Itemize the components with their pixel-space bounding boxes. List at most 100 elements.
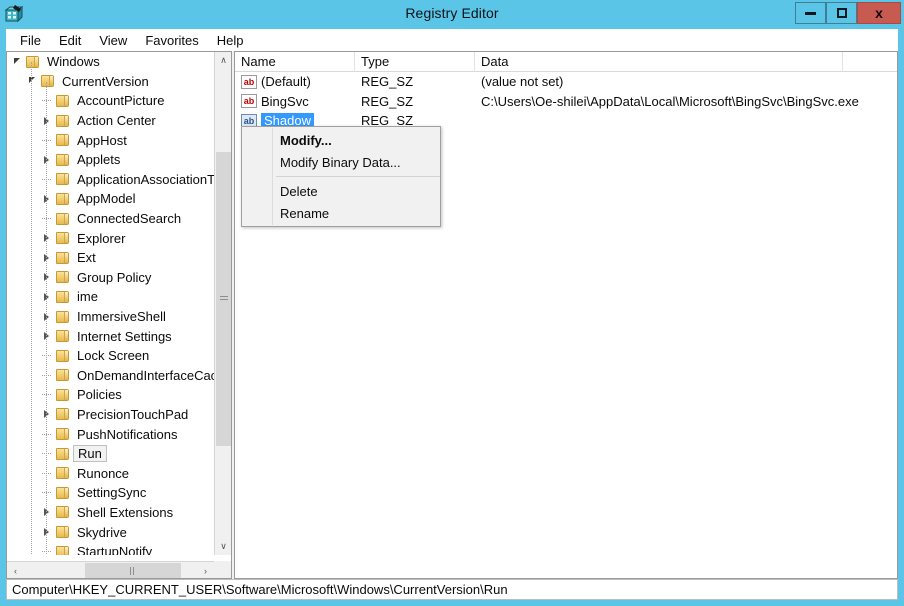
tree-item-policies[interactable]: Policies: [7, 385, 215, 405]
tree-item-windows[interactable]: Windows: [7, 52, 215, 72]
context-menu-item-rename[interactable]: Rename: [242, 202, 440, 224]
tree-item-startupnotify[interactable]: StartupNotify: [7, 542, 215, 555]
tree-vertical-scrollbar[interactable]: ∧ ∨: [214, 52, 231, 555]
scroll-left-icon[interactable]: ‹: [7, 562, 24, 578]
tree-item-settingsync[interactable]: SettingSync: [7, 483, 215, 503]
tree-item-label: Explorer: [77, 230, 126, 246]
folder-icon: [54, 192, 72, 206]
registry-value-row[interactable]: ab BingSvc REG_SZ C:\Users\Oe-shilei\AppDat…: [235, 92, 897, 112]
tree-vscroll-thumb[interactable]: [216, 152, 231, 446]
close-button[interactable]: x: [857, 2, 901, 24]
folder-icon: [54, 525, 72, 539]
tree-item-run[interactable]: Run: [7, 444, 215, 464]
tree-item-applets[interactable]: Applets: [7, 150, 215, 170]
menu-item-file[interactable]: File: [11, 31, 50, 50]
context-menu-item-delete[interactable]: Delete: [242, 180, 440, 202]
value-data: (value not set): [481, 74, 564, 90]
expander-expanded-icon[interactable]: [9, 52, 24, 72]
column-header-type[interactable]: Type: [355, 52, 475, 72]
column-header-name[interactable]: Name: [235, 52, 355, 72]
column-header-data[interactable]: Data: [475, 52, 843, 72]
tree-guide-line: [31, 62, 32, 555]
tree-item-runonce[interactable]: Runonce: [7, 463, 215, 483]
tree-item-skydrive[interactable]: Skydrive: [7, 522, 215, 542]
folder-icon: [54, 251, 72, 265]
tree-item-label: CurrentVersion: [62, 73, 149, 89]
tree-hscroll-thumb[interactable]: [85, 563, 181, 578]
column-header-filler: [843, 52, 897, 72]
tree-item-label: ime: [77, 289, 98, 305]
tree-item-label: PushNotifications: [77, 426, 178, 442]
value-name: (Default): [261, 74, 311, 90]
tree-item-pushnotifications[interactable]: PushNotifications: [7, 424, 215, 444]
registry-value-row[interactable]: ab (Default) REG_SZ (value not set): [235, 72, 897, 92]
context-menu-item-modify[interactable]: Modify...: [242, 129, 440, 151]
tree-item-internet-settings[interactable]: Internet Settings: [7, 326, 215, 346]
registry-tree-pane: Windows CurrentVersion AccountPicture Actio…: [6, 51, 232, 579]
value-name-cell: BingSvc: [261, 94, 361, 109]
menu-item-help[interactable]: Help: [208, 31, 253, 50]
menu-bar: File Edit View Favorites Help: [6, 29, 898, 51]
tree-item-label: Ext: [77, 250, 96, 266]
tree-item-ime[interactable]: ime: [7, 287, 215, 307]
scroll-down-icon[interactable]: ∨: [215, 538, 231, 555]
folder-icon: [54, 349, 72, 363]
folder-icon: [54, 447, 72, 461]
menu-item-view[interactable]: View: [90, 31, 136, 50]
tree-horizontal-scrollbar[interactable]: ‹ ›: [7, 561, 231, 578]
value-name: BingSvc: [261, 93, 309, 109]
context-menu-item-modify-binary-data[interactable]: Modify Binary Data...: [242, 151, 440, 173]
tree-item-appmodel[interactable]: AppModel: [7, 189, 215, 209]
tree-item-label: Action Center: [77, 113, 156, 129]
value-icon-text: ab: [243, 96, 255, 107]
tree-item-action-center[interactable]: Action Center: [7, 111, 215, 131]
tree-item-immersiveshell[interactable]: ImmersiveShell: [7, 307, 215, 327]
value-name-cell: (Default): [261, 74, 361, 89]
folder-icon: [24, 55, 42, 69]
tree-item-accountpicture[interactable]: AccountPicture: [7, 91, 215, 111]
tree-item-label: Lock Screen: [77, 348, 150, 364]
folder-icon: [54, 231, 72, 245]
tree-item-group-policy[interactable]: Group Policy: [7, 268, 215, 288]
tree-item-lock-screen[interactable]: Lock Screen: [7, 346, 215, 366]
string-value-icon: ab: [241, 94, 257, 109]
context-menu-separator: [276, 176, 440, 177]
tree-item-label: SettingSync: [77, 485, 147, 501]
folder-icon: [54, 427, 72, 441]
tree-item-explorer[interactable]: Explorer: [7, 228, 215, 248]
minimize-button[interactable]: [795, 2, 826, 24]
menu-item-edit[interactable]: Edit: [50, 31, 90, 50]
tree-item-label: AppHost: [77, 132, 127, 148]
tree-item-precisiontouchpad[interactable]: PrecisionTouchPad: [7, 405, 215, 425]
tree-item-shell-extensions[interactable]: Shell Extensions: [7, 503, 215, 523]
scroll-right-icon[interactable]: ›: [197, 562, 214, 578]
tree-item-ondemandinterfacecache[interactable]: OnDemandInterfaceCache: [7, 366, 215, 386]
context-menu: Modify... Modify Binary Data... Delete R…: [241, 126, 441, 227]
folder-icon: [54, 329, 72, 343]
maximize-button[interactable]: [826, 2, 857, 24]
status-path: Computer\HKEY_CURRENT_USER\Software\Micr…: [12, 582, 508, 597]
tree-item-ext[interactable]: Ext: [7, 248, 215, 268]
folder-icon: [54, 505, 72, 519]
tree-item-apphost[interactable]: AppHost: [7, 130, 215, 150]
tree-item-applicationassociationtoa[interactable]: ApplicationAssociationToa: [7, 170, 215, 190]
menu-item-favorites[interactable]: Favorites: [136, 31, 207, 50]
folder-icon: [54, 212, 72, 226]
tree-item-connectedsearch[interactable]: ConnectedSearch: [7, 209, 215, 229]
tree-item-currentversion[interactable]: CurrentVersion: [7, 72, 215, 92]
scroll-up-icon[interactable]: ∧: [215, 52, 231, 69]
